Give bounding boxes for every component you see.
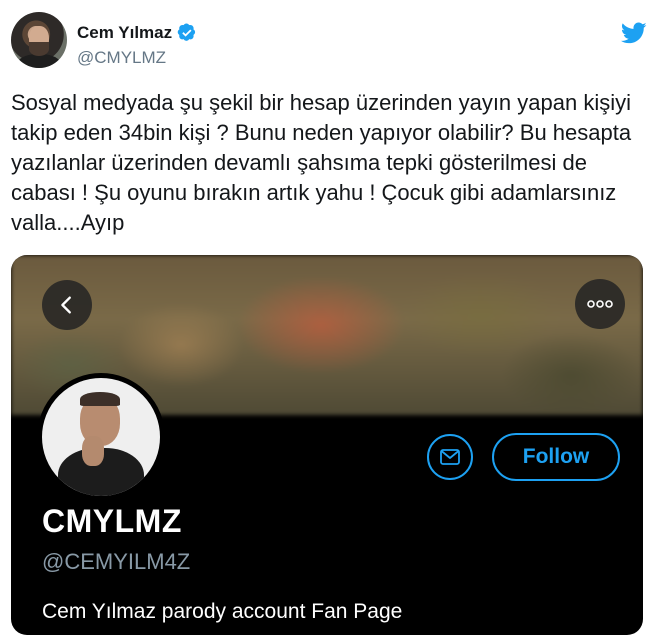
verified-badge-icon bbox=[177, 23, 196, 41]
back-button[interactable] bbox=[42, 280, 92, 330]
author-handle[interactable]: @CMYLMZ bbox=[77, 48, 166, 68]
author-avatar[interactable] bbox=[11, 12, 67, 68]
message-button[interactable] bbox=[427, 434, 473, 480]
profile-bio: Cem Yılmaz parody account Fan Page bbox=[42, 600, 403, 623]
more-options-icon bbox=[587, 300, 613, 308]
twitter-bird-icon[interactable] bbox=[621, 20, 647, 46]
author-name-row: Cem Yılmaz bbox=[77, 23, 197, 43]
message-envelope-icon bbox=[440, 449, 460, 465]
profile-avatar[interactable] bbox=[37, 373, 165, 501]
follow-button[interactable]: Follow bbox=[492, 433, 620, 481]
profile-handle: @CEMYILM4Z bbox=[42, 549, 191, 574]
more-options-button[interactable] bbox=[575, 279, 625, 329]
profile-display-name: CMYLMZ bbox=[42, 503, 182, 539]
tweet-header: Cem Yılmaz @CMYLMZ bbox=[11, 12, 647, 76]
back-arrow-icon bbox=[61, 296, 71, 314]
tweet-text: Sosyal medyada şu şekil bir hesap üzerin… bbox=[11, 90, 638, 235]
tweet: Cem Yılmaz @CMYLMZ Sosyal medyada şu şek… bbox=[0, 0, 647, 635]
embedded-screenshot[interactable]: Follow CMYLMZ @CEMYILM4Z Cem Yılmaz paro… bbox=[11, 255, 643, 635]
author-name[interactable]: Cem Yılmaz bbox=[77, 23, 172, 43]
